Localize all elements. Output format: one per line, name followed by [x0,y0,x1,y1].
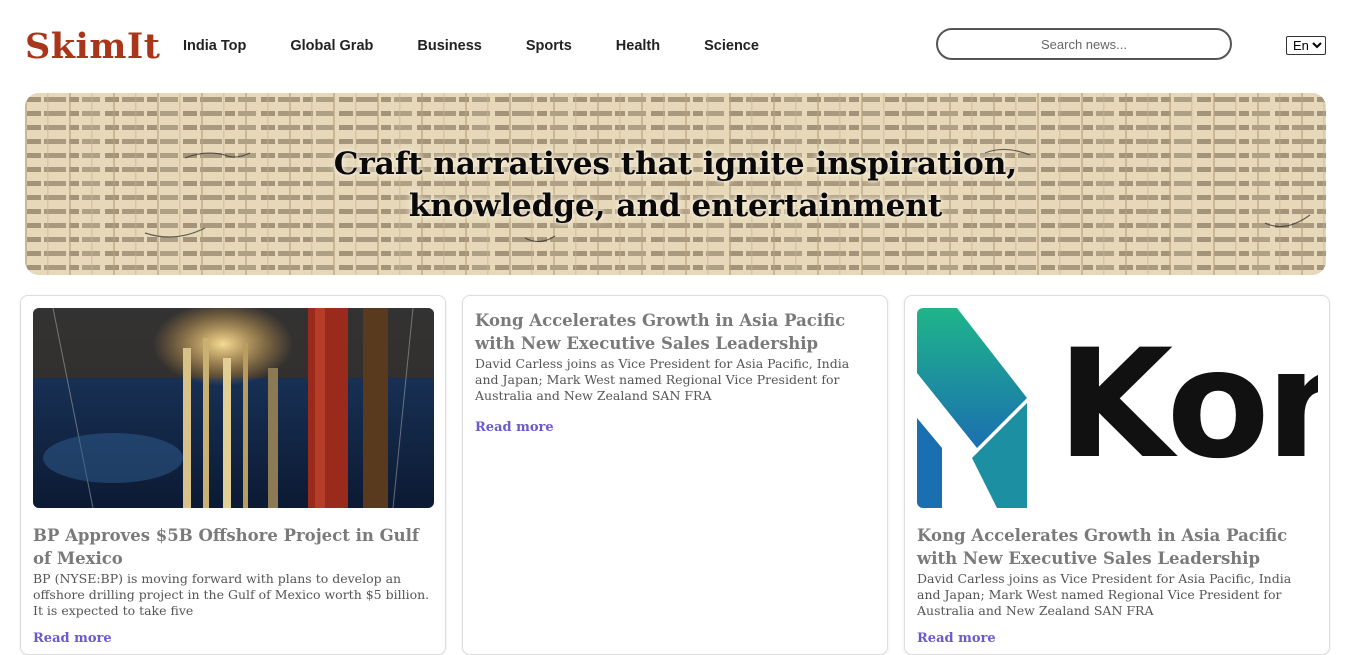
hero-banner: Craft narratives that ignite inspiration… [25,93,1326,275]
language-select[interactable]: En [1286,36,1326,55]
news-card: BP Approves $5B Offshore Project in Gulf… [20,295,446,655]
kong-logo-text: Kon [1057,318,1318,492]
nav-india-top[interactable]: India Top [183,38,246,54]
read-more-link[interactable]: Read more [475,420,875,435]
hero-line-2: knowledge, and entertainment [408,188,943,224]
main-nav: India Top Global Grab Business Sports He… [183,38,803,54]
nav-health[interactable]: Health [616,38,660,54]
search-input[interactable] [936,28,1232,60]
read-more-link[interactable]: Read more [33,631,433,646]
nav-global-grab[interactable]: Global Grab [290,38,373,54]
card-title[interactable]: Kong Accelerates Growth in Asia Pacific … [475,309,875,355]
nav-science[interactable]: Science [704,38,759,54]
site-logo[interactable]: SkimIt [25,26,160,67]
hero-line-1: Craft narratives that ignite inspiration… [333,146,1018,182]
card-title[interactable]: Kong Accelerates Growth in Asia Pacific … [917,524,1317,570]
read-more-link[interactable]: Read more [917,631,1317,646]
card-description: BP (NYSE:BP) is moving forward with plan… [33,571,430,618]
news-card: Kong Accelerates Growth in Asia Pacific … [462,295,888,655]
nav-sports[interactable]: Sports [526,38,572,54]
card-description: David Carless joins as Vice President fo… [917,571,1292,618]
news-card: Kon Kong Accelerates Growth in Asia Paci… [904,295,1330,655]
offshore-rig-image[interactable] [33,308,434,508]
kong-logo-image[interactable]: Kon [917,308,1318,508]
nav-business[interactable]: Business [417,38,481,54]
card-title[interactable]: BP Approves $5B Offshore Project in Gulf… [33,524,433,570]
hero-headline: Craft narratives that ignite inspiration… [25,143,1326,227]
card-description: David Carless joins as Vice President fo… [475,356,850,403]
